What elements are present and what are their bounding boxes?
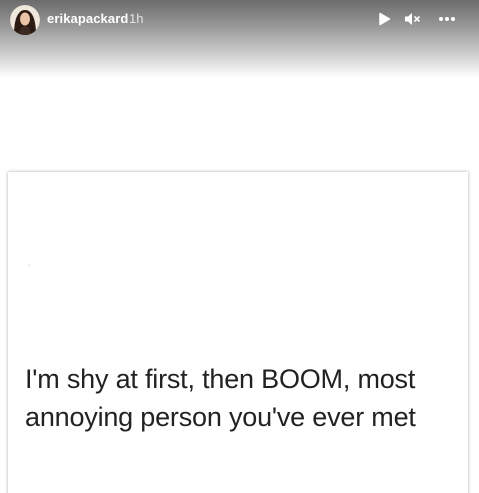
play-button[interactable] [374, 10, 394, 28]
speaker-muted-icon [405, 13, 420, 25]
image-artifact [28, 264, 31, 267]
story-header: erikapackard 1h [0, 0, 479, 40]
story-viewer: erikapackard 1h I'm shy at first, then B… [0, 0, 479, 493]
quote-text: I'm shy at first, then BOOM, most annoyi… [25, 360, 465, 436]
quote-line-2: annoying person you've ever met [25, 402, 416, 432]
more-horizontal-icon [439, 17, 455, 21]
post-image: I'm shy at first, then BOOM, most annoyi… [8, 172, 468, 493]
username[interactable]: erikapackard [47, 11, 128, 26]
avatar-image [10, 5, 40, 35]
quote-line-1: I'm shy at first, then BOOM, most [25, 364, 416, 394]
play-icon [379, 12, 391, 26]
mute-button[interactable] [402, 10, 424, 28]
timestamp: 1h [129, 11, 144, 26]
avatar[interactable] [10, 5, 40, 35]
more-options-button[interactable] [435, 10, 459, 28]
